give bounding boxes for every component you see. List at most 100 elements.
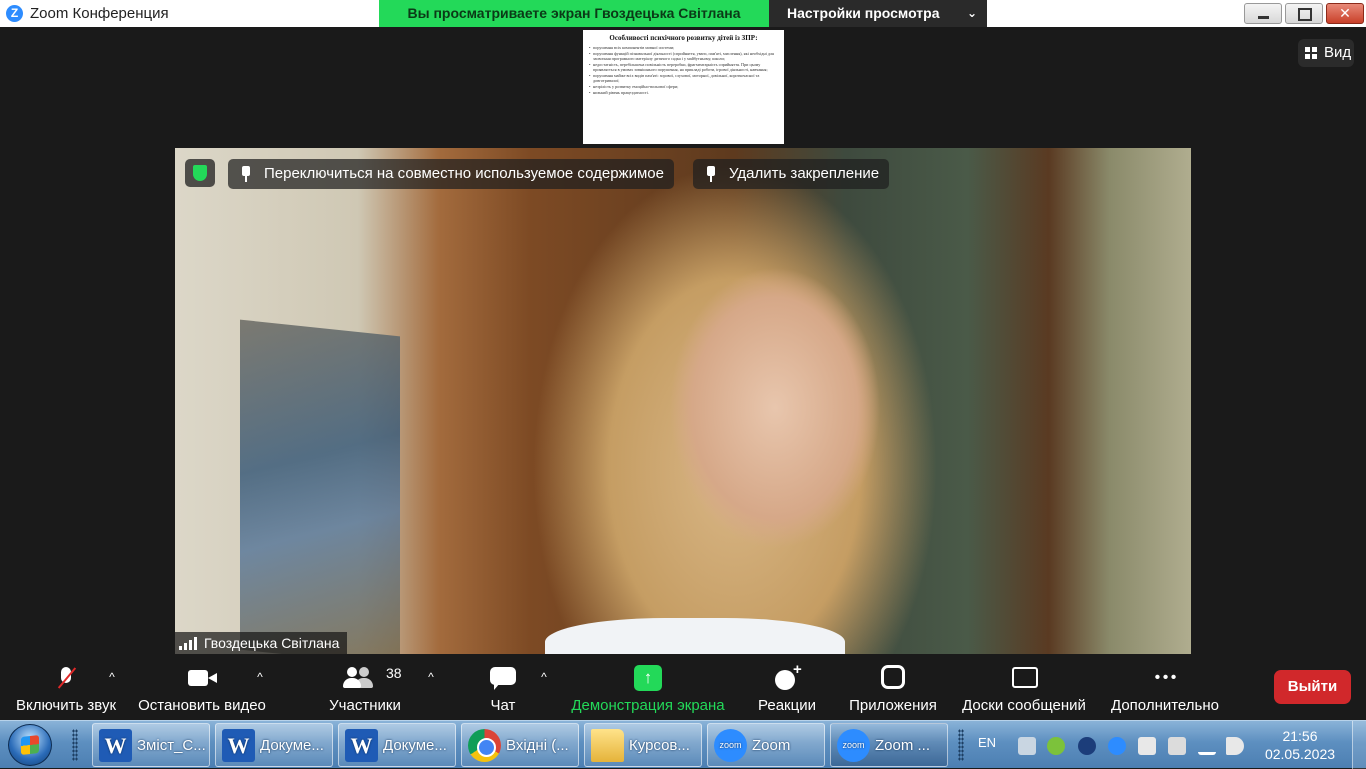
reactions-button[interactable]: Реакции xyxy=(752,659,822,720)
view-button[interactable]: Вид xyxy=(1298,39,1354,67)
participant-name-tag: Гвоздецька Світлана xyxy=(175,632,348,654)
bluetooth-icon[interactable] xyxy=(1078,737,1096,755)
whiteboards-button[interactable]: Доски сообщений xyxy=(956,659,1092,720)
participants-options-caret-icon[interactable]: ^ xyxy=(425,671,437,683)
taskbar-clock[interactable]: 21:56 02.05.2023 xyxy=(1262,727,1338,763)
pin-icon xyxy=(707,166,715,182)
audio-options-caret-icon[interactable]: ^ xyxy=(106,671,118,683)
shared-document-line: низький рівень працездатності. xyxy=(589,90,778,95)
taskbar-item-label: Zoom ... xyxy=(875,737,931,754)
participant-shirt xyxy=(545,618,845,654)
language-indicator[interactable]: EN xyxy=(978,735,996,750)
participant-name: Гвоздецька Світлана xyxy=(204,635,340,651)
grid-view-icon xyxy=(1305,47,1317,59)
participants-count: 38 xyxy=(386,665,402,681)
participants-label: Участники xyxy=(329,697,401,714)
taskbar-gripper[interactable] xyxy=(72,729,78,761)
shared-document-line: порушення майже всіх видів пам'яті: зоро… xyxy=(589,73,778,83)
meeting-toolbar: Включить звук ^ Остановить видео ^ 38 Уч… xyxy=(0,659,1366,720)
taskbar-item-label: Зміст_С... xyxy=(137,737,206,754)
view-button-label: Вид xyxy=(1324,44,1352,61)
whiteboards-label: Доски сообщений xyxy=(962,697,1086,714)
taskbar-item-folder[interactable]: Курсов... xyxy=(584,723,702,767)
clock-date: 02.05.2023 xyxy=(1264,746,1336,762)
signal-strength-icon xyxy=(179,637,197,650)
leave-meeting-button[interactable]: Выйти xyxy=(1274,670,1351,704)
keyboard-tray-icon[interactable] xyxy=(1018,737,1036,755)
microphone-muted-icon xyxy=(52,665,80,691)
taskbar-item-zoom-1[interactable]: Zoom xyxy=(707,723,825,767)
view-options-label: Настройки просмотра xyxy=(787,5,940,21)
shared-screen-thumbnail[interactable]: Особливості психічного розвитку дітей із… xyxy=(583,30,784,144)
taskbar-item-label: Докуме... xyxy=(383,737,447,754)
view-options-dropdown[interactable]: Настройки просмотра ⌄ xyxy=(769,0,987,27)
pin-icon xyxy=(242,166,250,182)
taskbar-item-label: Курсов... xyxy=(629,737,690,754)
taskbar-gripper[interactable] xyxy=(958,729,964,761)
clock-time: 21:56 xyxy=(1282,728,1318,744)
window-titlebar: Z Zoom Конференция Вы просматриваете экр… xyxy=(0,0,1366,27)
zoom-logo-icon: Z xyxy=(6,5,23,22)
taskbar-item-word-3[interactable]: Докуме... xyxy=(338,723,456,767)
apps-button[interactable]: Приложения xyxy=(843,659,943,720)
taskbar-item-word-1[interactable]: Зміст_С... xyxy=(92,723,210,767)
taskbar-item-zoom-2[interactable]: Zoom ... xyxy=(830,723,948,767)
volume-icon[interactable] xyxy=(1226,737,1244,755)
show-desktop-button[interactable] xyxy=(1352,721,1366,769)
video-camera-icon xyxy=(188,665,217,691)
taskbar-item-word-2[interactable]: Докуме... xyxy=(215,723,333,767)
shared-document-title: Особливості психічного розвитку дітей із… xyxy=(609,34,758,42)
taskbar-item-chrome[interactable]: Вхідні (... xyxy=(461,723,579,767)
shared-document-line: порушення всіх компонентів мовної систем… xyxy=(589,45,778,50)
chevron-down-icon: ⌄ xyxy=(966,6,977,20)
taskbar-item-label: Вхідні (... xyxy=(506,737,569,754)
shared-document-line: незрілість у розвитку емоційно-вольової … xyxy=(589,84,778,89)
signal-bars-icon[interactable] xyxy=(1198,737,1216,755)
maximize-button[interactable] xyxy=(1285,3,1323,24)
switch-to-shared-content-label: Переключиться на совместно используемое … xyxy=(264,165,664,182)
window-title: Zoom Конференция xyxy=(30,5,169,22)
zoom-tray-icon[interactable] xyxy=(1108,737,1126,755)
taskbar-item-label: Докуме... xyxy=(260,737,324,754)
meeting-area: Вид Особливості психічного розвитку діте… xyxy=(0,27,1366,659)
chrome-icon xyxy=(468,729,501,762)
chat-button[interactable]: Чат xyxy=(478,659,528,720)
shield-icon[interactable] xyxy=(185,159,215,187)
taskbar-item-label: Zoom xyxy=(752,737,791,754)
participants-icon xyxy=(343,665,371,691)
participants-button[interactable]: 38 Участники xyxy=(320,659,410,720)
word-icon xyxy=(222,729,255,762)
reactions-label: Реакции xyxy=(758,697,816,714)
switch-to-shared-content-button[interactable]: Переключиться на совместно используемое … xyxy=(228,159,674,189)
network-error-icon[interactable] xyxy=(1138,737,1156,755)
zoom-icon xyxy=(714,729,747,762)
stop-video-label: Остановить видео xyxy=(138,697,266,714)
more-label: Дополнительно xyxy=(1111,697,1219,714)
folder-icon xyxy=(591,729,624,762)
whiteboard-icon xyxy=(1010,665,1038,691)
shared-document-line: порушення функцій пізнавальної діяльност… xyxy=(589,51,778,61)
stop-video-button[interactable]: Остановить видео xyxy=(136,659,268,720)
security-tray-icon[interactable] xyxy=(1047,737,1065,755)
chat-icon xyxy=(489,665,517,691)
unmute-button[interactable]: Включить звук xyxy=(8,659,124,720)
more-button[interactable]: Дополнительно xyxy=(1106,659,1224,720)
video-options-caret-icon[interactable]: ^ xyxy=(254,671,266,683)
smiley-add-icon xyxy=(773,661,802,691)
windows-taskbar: Зміст_С... Докуме... Докуме... Вхідні (.… xyxy=(0,720,1366,769)
more-icon xyxy=(1145,665,1185,691)
unpin-label: Удалить закрепление xyxy=(729,165,880,182)
unpin-button[interactable]: Удалить закрепление xyxy=(693,159,890,189)
minimize-button[interactable] xyxy=(1244,3,1282,24)
shared-document-line: недостатність, перебільшена повільність … xyxy=(589,62,778,72)
share-screen-button[interactable]: Демонстрация экрана xyxy=(566,659,730,720)
apps-icon xyxy=(881,665,905,689)
share-screen-label: Демонстрация экрана xyxy=(571,697,725,714)
participant-video[interactable]: Переключиться на совместно используемое … xyxy=(175,148,1191,654)
unmute-label: Включить звук xyxy=(15,697,117,714)
close-button[interactable] xyxy=(1326,3,1364,24)
removable-device-icon[interactable] xyxy=(1168,737,1186,755)
chat-options-caret-icon[interactable]: ^ xyxy=(538,671,550,683)
chat-label: Чат xyxy=(490,697,516,714)
start-button[interactable] xyxy=(8,724,52,766)
